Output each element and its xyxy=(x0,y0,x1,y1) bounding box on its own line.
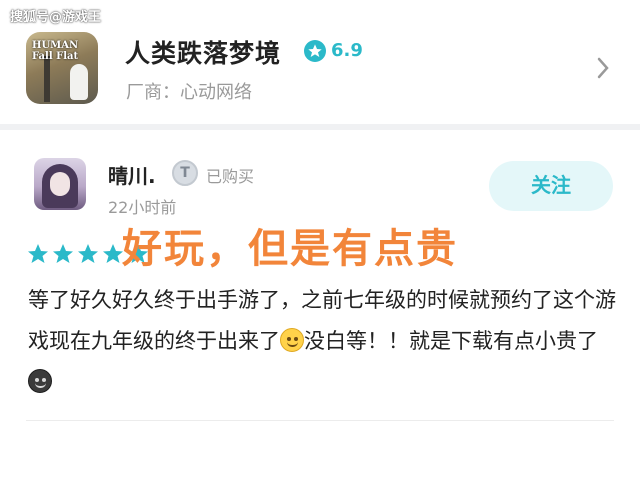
game-title: 人类跌落梦境 xyxy=(125,39,282,68)
review-headline: 好玩，但是有点贵 xyxy=(122,226,458,272)
review-text-part2: 没白等！！就是下载有点小贵了 xyxy=(304,329,598,353)
reviewer-username[interactable]: 晴川. xyxy=(108,160,156,189)
cover-lamp-post xyxy=(44,56,50,102)
review-card: 晴川. T 已购买 22小时前 关注 好玩，但是有点贵 等了好久好久终于出手游了… xyxy=(0,130,640,497)
star-rating-icon xyxy=(304,40,326,62)
star-icon xyxy=(53,244,73,263)
review-time: 22小时前 xyxy=(108,198,177,217)
game-rating-score: 6.9 xyxy=(331,40,363,61)
chevron-right-icon[interactable] xyxy=(596,56,610,84)
avatar-face xyxy=(50,172,70,196)
smile-emoji-icon xyxy=(280,328,304,352)
dark-emoji-icon xyxy=(28,369,52,393)
watermark: 搜狐号@游戏王 xyxy=(10,10,102,25)
star-icon xyxy=(78,244,98,263)
follow-button[interactable]: 关注 xyxy=(489,161,613,211)
avatar[interactable] xyxy=(34,158,86,210)
purchased-label: 已购买 xyxy=(206,167,255,186)
verified-badge-icon: T xyxy=(172,160,198,186)
review-body: 等了好久好久终于出手游了，之前七年级的时候就预约了这个游戏现在九年级的终于出来了… xyxy=(28,280,618,403)
cover-logo-text: HUMAN Fall Flat xyxy=(32,40,79,62)
game-vendor: 厂商：心动网络 xyxy=(126,82,252,103)
cover-character xyxy=(70,64,88,100)
divider xyxy=(26,420,614,421)
star-icon xyxy=(28,244,48,263)
game-cover-image[interactable]: HUMAN Fall Flat xyxy=(26,32,98,104)
